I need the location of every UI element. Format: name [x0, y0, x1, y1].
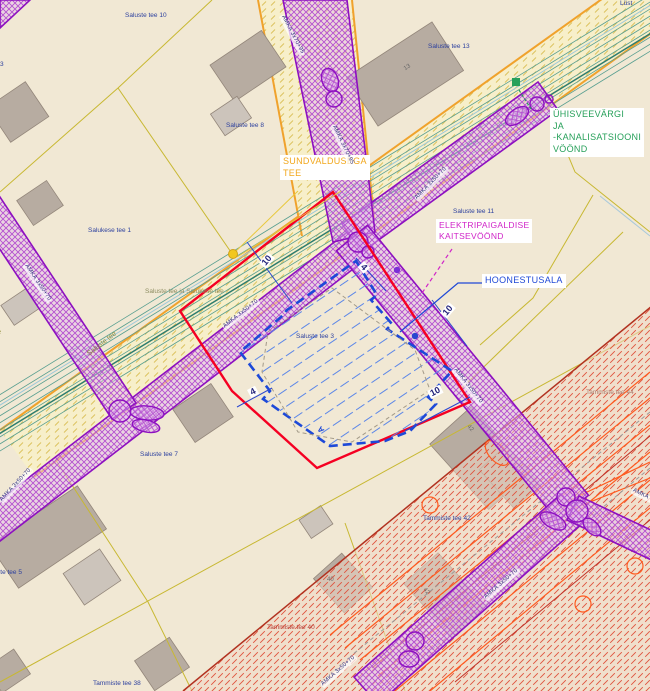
- saluste-tee-3: Saluste tee 3: [296, 334, 334, 341]
- saluste-tee-5: Saluste tee 5: [0, 570, 22, 577]
- edge-label-3: 3: [0, 62, 4, 69]
- road-point-marker: [229, 250, 238, 259]
- saluste-tee-13: Saluste tee 13: [428, 44, 470, 51]
- salukese-tee-1: Salukese tee 1: [88, 228, 131, 235]
- saluste-salukese: Saluste tee ja Salukese tee: [145, 289, 224, 296]
- saluste-tee-10: Saluste tee 10: [125, 13, 167, 20]
- annotation-hoonestusala: HOONESTUSALA: [482, 274, 566, 288]
- edge-label-lyst: Lüst: [620, 1, 632, 8]
- annotation-sundvaldusega-tee: SUNDVALDUSEGA TEE: [280, 155, 370, 180]
- cable-point-marker: [394, 267, 400, 273]
- annotation-uhisveevargi: ÜHISVEEVÄRGI JA -KANALISATSIOONI VÖÖND: [550, 108, 644, 157]
- mark-40: 40: [327, 577, 334, 583]
- tammiste-tee-44: Tammiste tee 44: [586, 390, 634, 397]
- survey-point-marker: [412, 333, 418, 339]
- tammiste-tee-40: Tammiste tee 40: [267, 625, 315, 632]
- detail-plan-map: SUNDVALDUSEGA TEE ELEKTRIPAIGALDISE KAIT…: [0, 0, 650, 691]
- road-name-fragment: Saluste tee: [0, 329, 1, 336]
- annotation-elektripaigaldise: ELEKTRIPAIGALDISE KAITSEVÖÖND: [436, 219, 532, 243]
- tammiste-tee-38: Tammiste tee 38: [93, 681, 141, 688]
- tammiste-tee-42: Tammiste tee 42: [423, 516, 471, 523]
- water-node-marker: [512, 78, 520, 86]
- saluste-tee-11: Saluste tee 11: [453, 209, 494, 216]
- saluste-tee-7: Saluste tee 7: [140, 452, 178, 459]
- saluste-tee-8: Saluste tee 8: [226, 123, 264, 130]
